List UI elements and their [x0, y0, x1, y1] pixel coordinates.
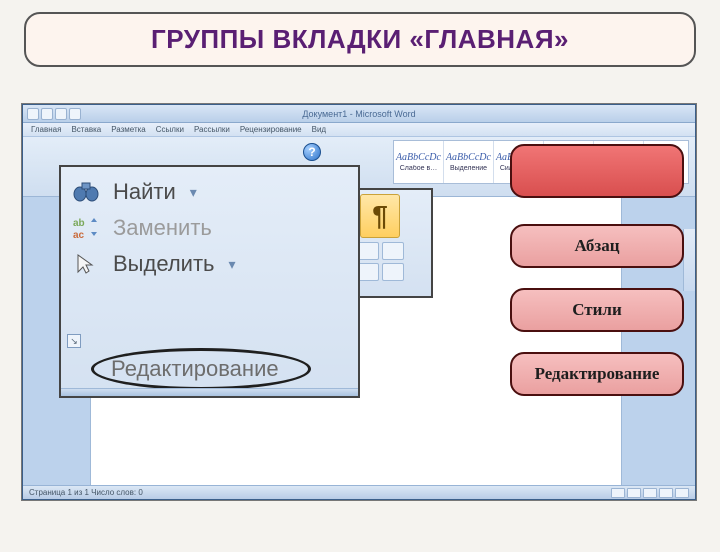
view-btn[interactable] [643, 488, 657, 498]
qat-btn[interactable] [41, 108, 53, 120]
chevron-down-icon: ▾ [229, 256, 236, 273]
style-sample: АаВbСсDс [446, 152, 491, 163]
style-item[interactable]: АаВbСсDс Выделение [444, 141, 494, 183]
show-paragraph-marks-button[interactable]: ¶ [360, 194, 400, 238]
qat-btn[interactable] [69, 108, 81, 120]
group-name-pills: Абзац Стили Редактирование [510, 224, 684, 396]
view-btn[interactable] [659, 488, 673, 498]
replace-icon: abac [69, 216, 103, 240]
style-sample: АаВbСсDс [396, 152, 441, 163]
tab-mail[interactable]: Рассылки [194, 125, 230, 134]
para-mini-btn[interactable] [382, 263, 404, 281]
tab-review[interactable]: Рецензирование [240, 125, 302, 134]
quick-access-toolbar[interactable] [27, 108, 81, 120]
style-item[interactable]: АаВbСсDс Слабое в… [394, 141, 444, 183]
slide-title: ГРУППЫ ВКЛАДКИ «ГЛАВНАЯ» [24, 12, 696, 67]
editing-group-label: Редактирование [111, 356, 279, 382]
select-label: Выделить [113, 251, 215, 277]
editing-group-popup: Найти ▾ abac Заменить Выделить ▾ ↘ Редак… [59, 165, 360, 398]
replace-button[interactable]: abac Заменить [67, 213, 352, 243]
gallery-scrollbar[interactable] [683, 229, 695, 291]
tab-refs[interactable]: Ссылки [156, 125, 184, 134]
status-bar: Страница 1 из 1 Число слов: 0 [23, 485, 695, 499]
para-mini-btn[interactable] [382, 242, 404, 260]
popup-bottom-edge [61, 388, 358, 396]
pilcrow-icon: ¶ [372, 200, 388, 232]
tab-insert[interactable]: Вставка [71, 125, 101, 134]
pill-top-hidden [510, 144, 684, 198]
style-label: Слабое в… [400, 165, 438, 172]
view-btn[interactable] [675, 488, 689, 498]
tab-home[interactable]: Главная [31, 125, 61, 134]
dialog-launcher-icon[interactable]: ↘ [67, 334, 81, 348]
cursor-icon [69, 252, 103, 276]
binoculars-icon [69, 179, 103, 205]
word-titlebar: Документ1 - Microsoft Word [23, 105, 695, 123]
view-btn[interactable] [611, 488, 625, 498]
style-label: Выделение [450, 165, 487, 172]
replace-label: Заменить [113, 215, 212, 241]
svg-text:ac: ac [73, 230, 85, 240]
pill-styles[interactable]: Стили [510, 288, 684, 332]
select-button[interactable]: Выделить ▾ [67, 249, 352, 279]
ribbon-tabs[interactable]: Главная Вставка Разметка Ссылки Рассылки… [23, 123, 695, 137]
find-button[interactable]: Найти ▾ [67, 177, 352, 207]
find-label: Найти [113, 179, 176, 205]
pill-paragraph[interactable]: Абзац [510, 224, 684, 268]
view-switcher[interactable] [611, 488, 689, 498]
para-mini-btn[interactable] [357, 263, 379, 281]
help-icon[interactable]: ? [303, 143, 321, 161]
qat-btn[interactable] [27, 108, 39, 120]
tab-layout[interactable]: Разметка [111, 125, 146, 134]
document-title: Документ1 - Microsoft Word [302, 109, 415, 119]
view-btn[interactable] [627, 488, 641, 498]
qat-btn[interactable] [55, 108, 67, 120]
pill-editing[interactable]: Редактирование [510, 352, 684, 396]
svg-text:ab: ab [73, 218, 85, 229]
tab-view[interactable]: Вид [312, 125, 326, 134]
chevron-down-icon: ▾ [190, 184, 197, 201]
status-left: Страница 1 из 1 Число слов: 0 [29, 488, 143, 497]
para-mini-btn[interactable] [357, 242, 379, 260]
